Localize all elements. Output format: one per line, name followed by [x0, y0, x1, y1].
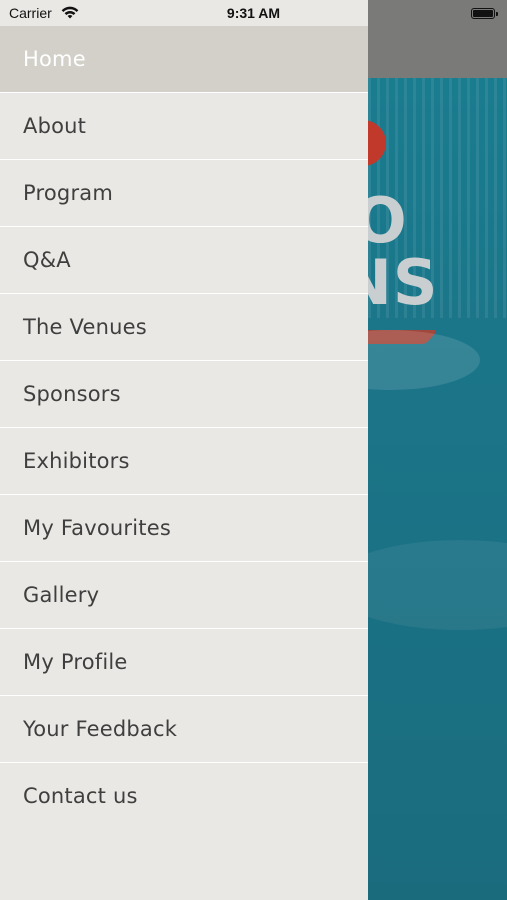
menu-item-label: Your Feedback [23, 717, 178, 741]
menu-item-label: My Profile [23, 650, 128, 674]
menu-item-label: Sponsors [23, 382, 121, 406]
menu-item-label: The Venues [23, 315, 147, 339]
menu-item-label: Gallery [23, 583, 100, 607]
menu-item-favourites[interactable]: My Favourites [0, 495, 368, 562]
side-drawer: Home About Program Q&A The Venues Sponso… [0, 0, 368, 900]
drawer-menu: Home About Program Q&A The Venues Sponso… [0, 26, 368, 829]
menu-item-feedback[interactable]: Your Feedback [0, 696, 368, 763]
status-time: 9:31 AM [226, 5, 281, 21]
menu-item-profile[interactable]: My Profile [0, 629, 368, 696]
menu-item-venues[interactable]: The Venues [0, 294, 368, 361]
menu-item-label: About [23, 114, 87, 138]
menu-item-qa[interactable]: Q&A [0, 227, 368, 294]
battery-icon [471, 8, 498, 19]
menu-item-about[interactable]: About [0, 93, 368, 160]
menu-item-sponsors[interactable]: Sponsors [0, 361, 368, 428]
menu-item-label: My Favourites [23, 516, 171, 540]
menu-item-contact[interactable]: Contact us [0, 763, 368, 829]
menu-item-label: Contact us [23, 784, 138, 808]
menu-item-exhibitors[interactable]: Exhibitors [0, 428, 368, 495]
status-bar: Carrier 9:31 AM [0, 0, 507, 26]
menu-item-label: Home [23, 47, 86, 71]
menu-item-home[interactable]: Home [0, 26, 368, 93]
menu-item-label: Exhibitors [23, 449, 130, 473]
menu-item-gallery[interactable]: Gallery [0, 562, 368, 629]
menu-item-label: Program [23, 181, 114, 205]
menu-item-label: Q&A [23, 248, 71, 272]
menu-item-program[interactable]: Program [0, 160, 368, 227]
